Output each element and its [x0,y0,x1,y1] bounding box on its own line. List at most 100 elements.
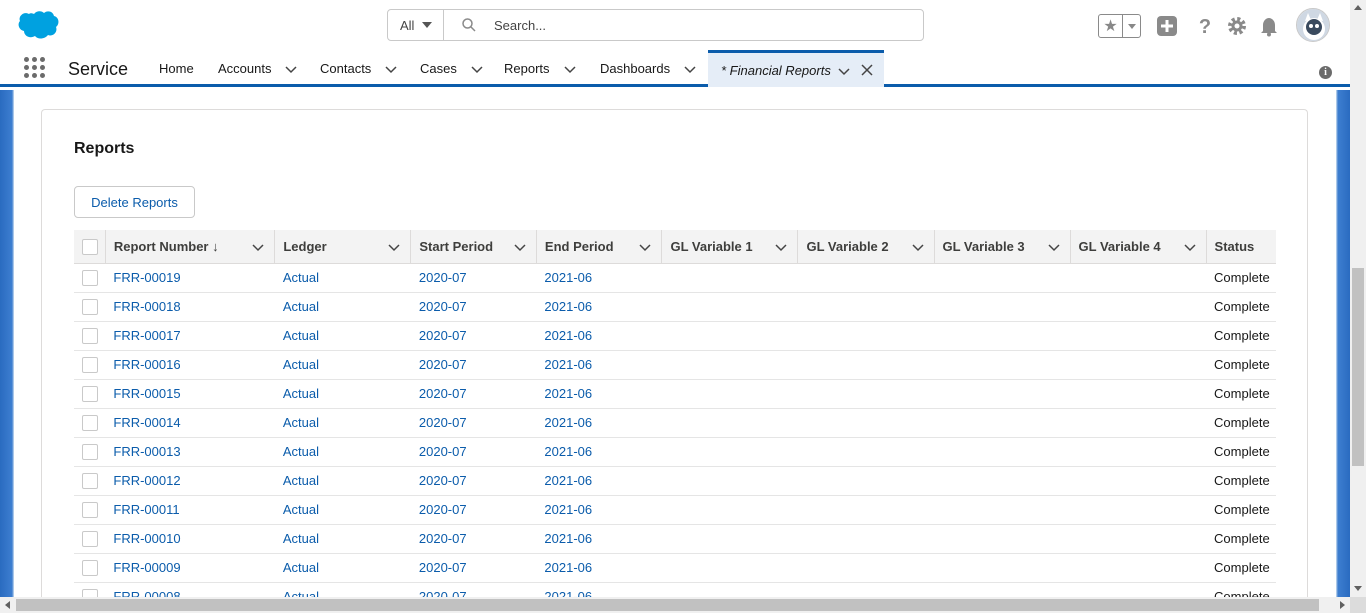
end-period-link[interactable]: 2021-06 [536,437,662,467]
ledger-link[interactable]: Actual [274,524,411,554]
end-period-link[interactable]: 2021-06 [536,495,662,525]
chevron-down-icon[interactable] [285,63,298,75]
chevron-down-icon[interactable] [252,241,264,253]
start-period-link[interactable]: 2020-07 [410,292,537,322]
ledger-link[interactable]: Actual [274,582,411,598]
end-period-link[interactable]: 2021-06 [536,553,662,583]
notifications-bell-icon[interactable] [1258,15,1280,37]
nav-item-dashboards[interactable]: Dashboards [600,50,696,87]
end-period-link[interactable]: 2021-06 [536,350,662,380]
column-header-gl-variable-3[interactable]: GL Variable 3 [934,230,1071,264]
end-period-link[interactable]: 2021-06 [536,524,662,554]
row-checkbox[interactable] [82,414,98,431]
column-header-end-period[interactable]: End Period [536,230,663,264]
column-header-gl-variable-2[interactable]: GL Variable 2 [797,230,935,264]
end-period-link[interactable]: 2021-06 [536,582,662,598]
chevron-down-icon[interactable] [514,241,526,253]
start-period-link[interactable]: 2020-07 [410,350,537,380]
tab-financial-reports[interactable]: * Financial Reports [708,50,884,87]
row-checkbox[interactable] [82,298,98,315]
start-period-link[interactable]: 2020-07 [410,582,537,598]
report-number-link[interactable]: FRR-00010 [105,524,275,554]
ledger-link[interactable]: Actual [274,350,411,380]
start-period-link[interactable]: 2020-07 [410,379,537,409]
chevron-down-icon[interactable] [775,241,788,253]
chevron-down-icon[interactable] [564,63,576,75]
report-number-link[interactable]: FRR-00019 [105,263,275,293]
nav-item-cases[interactable]: Cases [420,50,483,87]
row-checkbox[interactable] [82,385,98,402]
report-number-link[interactable]: FRR-00016 [105,350,275,380]
salesforce-logo[interactable] [16,10,60,40]
nav-item-reports[interactable]: Reports [504,50,576,87]
end-period-link[interactable]: 2021-06 [536,379,662,409]
start-period-link[interactable]: 2020-07 [410,524,537,554]
end-period-link[interactable]: 2021-06 [536,466,662,496]
global-actions-add-icon[interactable] [1156,15,1178,37]
scroll-up-arrow-icon[interactable] [1354,5,1362,10]
scroll-down-arrow-icon[interactable] [1354,586,1362,591]
row-checkbox[interactable] [82,472,98,489]
vertical-scrollbar-thumb[interactable] [1352,268,1364,466]
ledger-link[interactable]: Actual [274,379,411,409]
ledger-link[interactable]: Actual [274,321,411,351]
report-number-link[interactable]: FRR-00018 [105,292,275,322]
search-field[interactable] [444,10,923,40]
chevron-down-icon[interactable] [639,241,651,253]
ledger-link[interactable]: Actual [274,292,411,322]
chevron-down-icon[interactable] [471,63,483,75]
report-number-link[interactable]: FRR-00014 [105,408,275,438]
user-avatar[interactable] [1296,8,1330,42]
favorites-star-icon[interactable]: ★ [1099,15,1123,37]
select-all-checkbox[interactable] [82,238,98,255]
column-header-ledger[interactable]: Ledger [274,230,412,264]
chevron-down-icon[interactable] [838,65,850,77]
column-header-status[interactable]: Status [1206,230,1276,264]
chevron-down-icon[interactable] [385,63,397,75]
info-icon[interactable]: i [1319,66,1332,79]
end-period-link[interactable]: 2021-06 [536,408,662,438]
ledger-link[interactable]: Actual [274,495,411,525]
report-number-link[interactable]: FRR-00015 [105,379,275,409]
end-period-link[interactable]: 2021-06 [536,263,662,293]
row-checkbox[interactable] [82,269,98,286]
start-period-link[interactable]: 2020-07 [410,466,537,496]
nav-item-home[interactable]: Home [159,50,194,87]
ledger-link[interactable]: Actual [274,263,411,293]
row-checkbox[interactable] [82,501,98,518]
start-period-link[interactable]: 2020-07 [410,321,537,351]
horizontal-scrollbar-thumb[interactable] [16,599,1319,611]
search-input[interactable] [494,17,874,33]
ledger-link[interactable]: Actual [274,437,411,467]
row-checkbox[interactable] [82,443,98,460]
delete-reports-button[interactable]: Delete Reports [74,186,195,218]
end-period-link[interactable]: 2021-06 [536,292,662,322]
report-number-link[interactable]: FRR-00013 [105,437,275,467]
start-period-link[interactable]: 2020-07 [410,495,537,525]
row-checkbox[interactable] [82,559,98,576]
chevron-down-icon[interactable] [388,241,400,253]
help-icon[interactable]: ? [1194,15,1216,37]
report-number-link[interactable]: FRR-00009 [105,553,275,583]
start-period-link[interactable]: 2020-07 [410,263,537,293]
scroll-right-arrow-icon[interactable] [1340,601,1345,609]
chevron-down-icon[interactable] [684,63,696,75]
app-launcher-icon[interactable] [24,57,46,79]
row-checkbox[interactable] [82,356,98,373]
chevron-down-icon[interactable] [911,241,924,253]
column-header-gl-variable-4[interactable]: GL Variable 4 [1070,230,1207,264]
chevron-down-icon[interactable] [1047,241,1060,253]
search-scope-dropdown[interactable]: All [388,10,444,40]
close-tab-icon[interactable] [861,64,873,76]
column-header-start-period[interactable]: Start Period [410,230,537,264]
chevron-down-icon[interactable] [1184,241,1196,253]
column-header-gl-variable-1[interactable]: GL Variable 1 [661,230,799,264]
start-period-link[interactable]: 2020-07 [410,408,537,438]
report-number-link[interactable]: FRR-00008 [105,582,275,598]
end-period-link[interactable]: 2021-06 [536,321,662,351]
row-checkbox[interactable] [82,327,98,344]
horizontal-scrollbar[interactable] [0,597,1350,613]
setup-gear-icon[interactable] [1226,15,1248,37]
ledger-link[interactable]: Actual [274,408,411,438]
vertical-scrollbar[interactable] [1350,0,1366,597]
